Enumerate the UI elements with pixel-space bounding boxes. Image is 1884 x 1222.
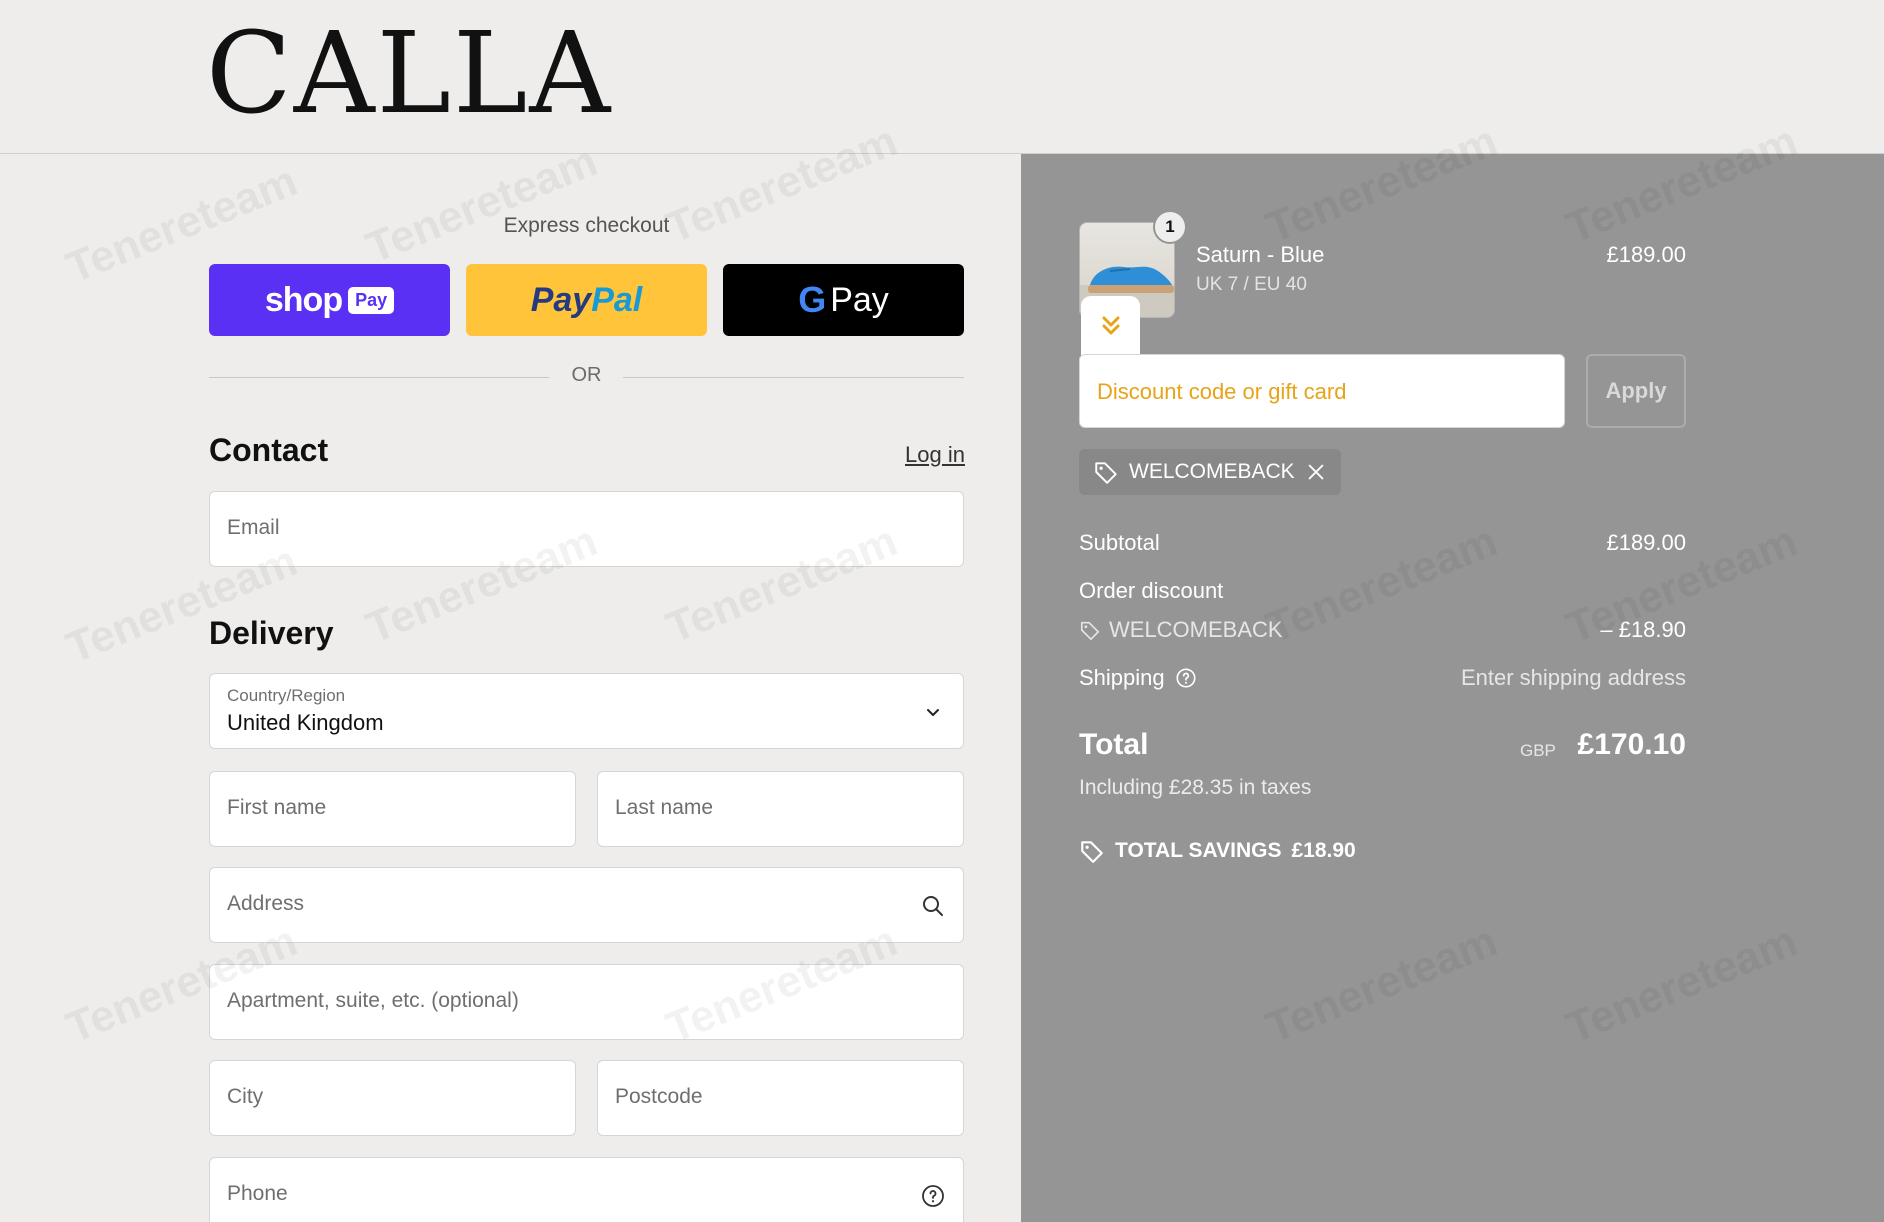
phone-placeholder: Phone [227, 1182, 288, 1205]
country-value: United Kingdom [227, 710, 384, 735]
last-name-placeholder: Last name [615, 796, 714, 819]
tag-icon [1080, 621, 1100, 640]
shipping-row-label: Shipping [1079, 665, 1197, 691]
google-pay-button[interactable]: G Pay [723, 264, 964, 336]
total-savings-value: £18.90 [1291, 839, 1356, 862]
first-name-placeholder: First name [227, 796, 327, 819]
shop-pay-wordmark: shop [264, 280, 343, 319]
delivery-heading: Delivery [209, 615, 334, 651]
discount-code-input[interactable]: Discount code or gift card [1079, 354, 1565, 428]
email-placeholder: Email [227, 516, 280, 539]
country-select[interactable]: Country/Region United Kingdom [209, 673, 964, 749]
total-currency: GBP [1520, 741, 1556, 760]
search-icon [923, 896, 943, 916]
order-discount-code-row: WELCOMEBACK [1079, 617, 1283, 643]
first-name-field[interactable]: First name [209, 771, 576, 847]
tag-icon [1095, 462, 1117, 484]
site-header: CALLA [0, 0, 1884, 154]
address-field[interactable]: Address [209, 867, 964, 943]
shipping-value: Enter shipping address [1460, 665, 1686, 690]
remove-code-icon[interactable] [1305, 461, 1327, 483]
product-variant: UK 7 / EU 40 [1196, 274, 1307, 295]
address-placeholder: Address [227, 892, 305, 915]
postcode-placeholder: Postcode [615, 1085, 703, 1108]
paypal-button[interactable]: Pay Pal [466, 264, 707, 336]
or-divider: OR [209, 364, 964, 390]
email-field[interactable]: Email [209, 491, 964, 567]
product-price: £189.00 [1606, 242, 1686, 267]
applied-discount-chip: WELCOMEBACK [1079, 449, 1341, 495]
help-circle-icon[interactable] [1175, 667, 1197, 689]
discount-placeholder: Discount code or gift card [1097, 379, 1347, 404]
total-label: Total [1079, 728, 1149, 761]
double-chevron-down-icon [1102, 316, 1119, 335]
subtotal-value: £189.00 [1606, 530, 1686, 555]
order-discount-code: WELCOMEBACK [1109, 617, 1283, 642]
order-discount-label: Order discount [1079, 578, 1224, 603]
applied-code-label: WELCOMEBACK [1129, 460, 1295, 483]
help-circle-icon[interactable] [921, 1184, 945, 1208]
city-field[interactable]: City [209, 1060, 576, 1136]
calla-logo[interactable]: CALLA [206, 18, 612, 130]
or-label: OR [571, 364, 602, 386]
total-amount: £170.10 [1577, 728, 1686, 761]
apply-discount-button[interactable]: Apply [1586, 354, 1686, 428]
city-placeholder: City [227, 1085, 264, 1108]
apartment-placeholder: Apartment, suite, etc. (optional) [227, 989, 519, 1012]
product-name: Saturn - Blue [1196, 242, 1325, 267]
shop-pay-badge: Pay [348, 286, 395, 314]
shop-pay-button[interactable]: shop Pay [209, 264, 450, 336]
quantity-badge: 1 [1153, 210, 1187, 244]
paypal-wordmark-pay: Pay [530, 280, 592, 319]
express-checkout-label: Express checkout [503, 214, 670, 237]
apartment-field[interactable]: Apartment, suite, etc. (optional) [209, 964, 964, 1040]
paypal-wordmark-pal: Pal [591, 280, 643, 319]
login-link[interactable]: Log in [905, 442, 965, 468]
postcode-field[interactable]: Postcode [597, 1060, 964, 1136]
chevron-down-icon [927, 709, 939, 716]
total-savings-label: TOTAL SAVINGS [1115, 839, 1282, 862]
google-g-icon: G [798, 279, 827, 320]
google-pay-label: Pay [830, 280, 889, 319]
last-name-field[interactable]: Last name [597, 771, 964, 847]
total-savings: TOTAL SAVINGS £18.90 [1079, 838, 1356, 864]
scroll-down-chevrons-icon[interactable] [1081, 296, 1140, 356]
contact-heading: Contact [209, 432, 329, 468]
taxes-note: Including £28.35 in taxes [1079, 776, 1312, 799]
country-label: Country/Region [227, 686, 346, 705]
divider-line-right [623, 377, 964, 378]
tag-icon [1081, 841, 1103, 863]
phone-field[interactable]: Phone [209, 1157, 964, 1222]
shipping-label: Shipping [1079, 665, 1165, 690]
subtotal-label: Subtotal [1079, 530, 1160, 555]
order-discount-value: – £18.90 [1600, 617, 1686, 642]
